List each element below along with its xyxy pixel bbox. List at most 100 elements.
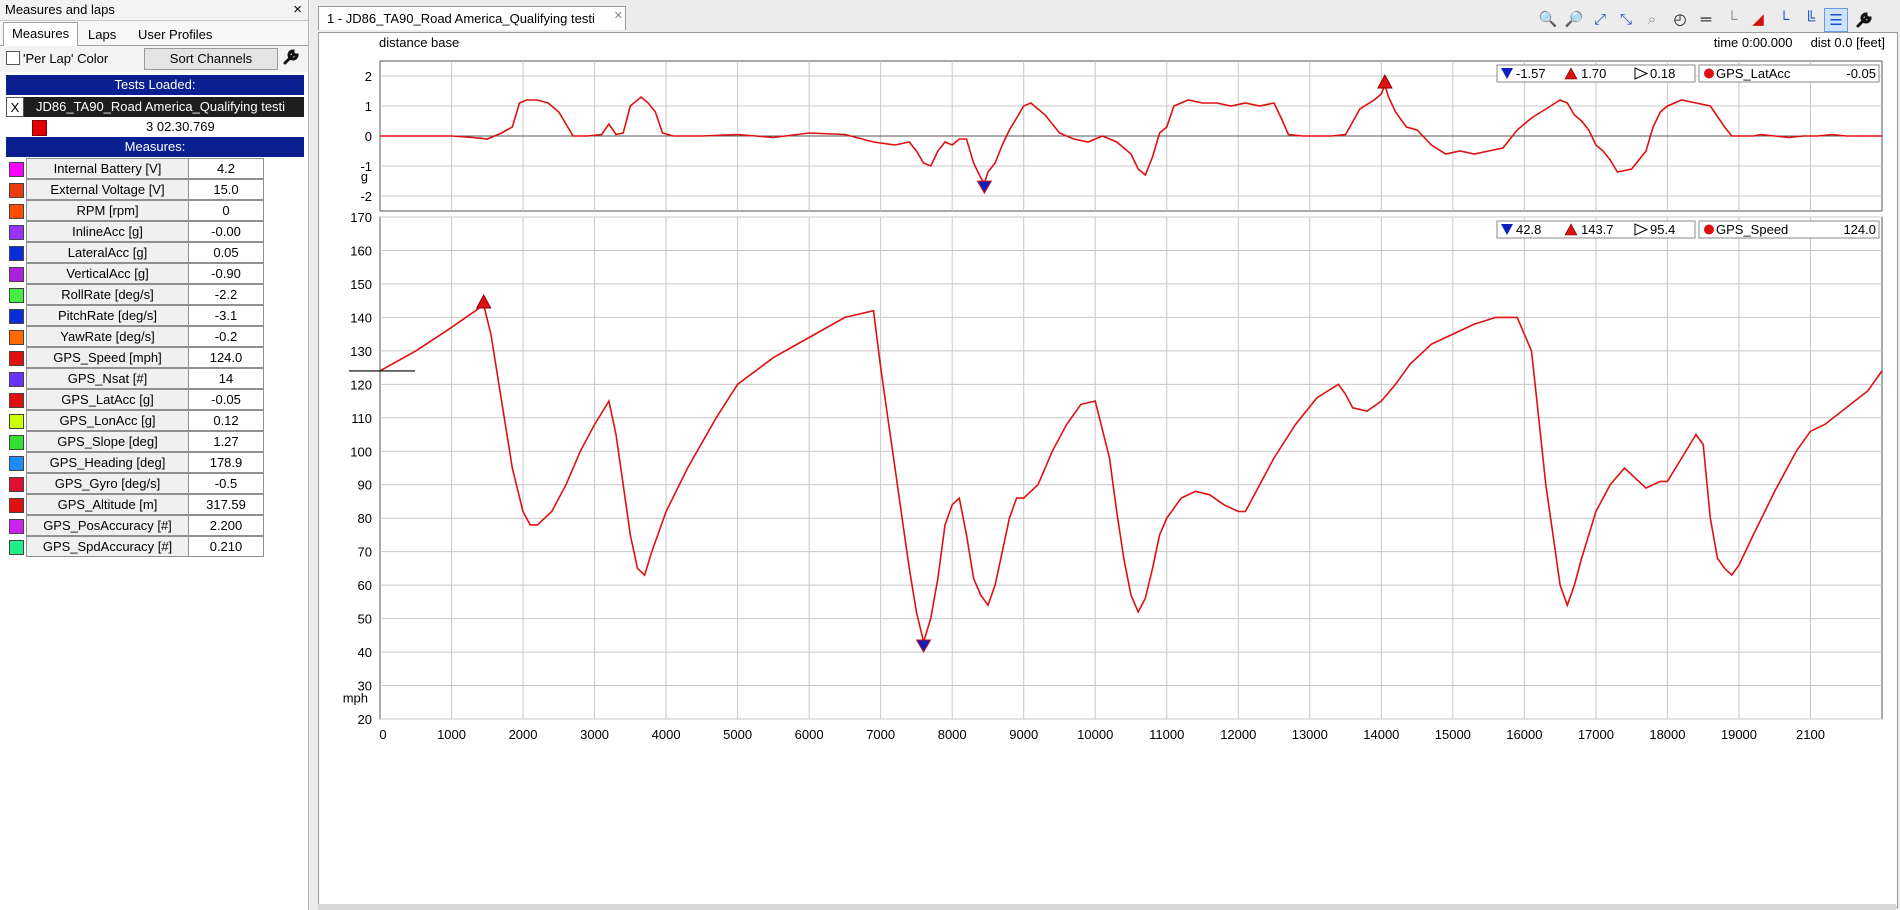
measure-color-swatch[interactable] [9, 330, 24, 345]
y-tick-label: 20 [358, 712, 372, 727]
lap-color-swatch[interactable] [32, 120, 47, 136]
measure-color-swatch[interactable] [9, 435, 24, 450]
close-icon[interactable]: × [293, 0, 302, 20]
measure-row[interactable]: GPS_LonAcc [g] 0.12 [6, 410, 264, 431]
graph-area[interactable]: distance base time 0:00.000 dist 0.0 [fe… [318, 32, 1898, 908]
measure-name[interactable]: GPS_SpdAccuracy [#] [26, 536, 189, 557]
measure-name[interactable]: RollRate [deg/s] [26, 284, 189, 305]
measure-color-swatch[interactable] [9, 288, 24, 303]
measure-name[interactable]: GPS_Speed [mph] [26, 347, 189, 368]
measure-row[interactable]: GPS_PosAccuracy [#] 2.200 [6, 515, 264, 536]
measure-row[interactable]: GPS_Heading [deg] 178.9 [6, 452, 264, 473]
measure-row[interactable]: GPS_Gyro [deg/s] -0.5 [6, 473, 264, 494]
measure-row[interactable]: GPS_Nsat [#] 14 [6, 368, 264, 389]
measure-color-swatch[interactable] [9, 456, 24, 471]
horizontal-scrollbar[interactable] [318, 904, 1896, 910]
wrench-icon[interactable] [1852, 8, 1876, 32]
x-tick-label: 6000 [795, 727, 824, 742]
measure-row[interactable]: GPS_LatAcc [g] -0.05 [6, 389, 264, 410]
stats-box: -1.57 1.70 0.18 [1496, 64, 1696, 83]
measure-row[interactable]: RollRate [deg/s] -2.2 [6, 284, 264, 305]
zoom-x-icon[interactable]: ⤢ [1588, 8, 1612, 32]
measure-name[interactable]: RPM [rpm] [26, 200, 189, 221]
measure-row[interactable]: RPM [rpm] 0 [6, 200, 264, 221]
measure-row[interactable]: VerticalAcc [g] -0.90 [6, 263, 264, 284]
axis-single-icon[interactable]: └ [1772, 8, 1796, 32]
measure-color-swatch[interactable] [9, 477, 24, 492]
measure-row[interactable]: GPS_Altitude [m] 317.59 [6, 494, 264, 515]
measure-color-swatch[interactable] [9, 246, 24, 261]
axis-stack-icon[interactable]: ☰ [1824, 8, 1848, 32]
zoom-in-icon[interactable]: 🔎 [1562, 8, 1586, 32]
y-tick-label: 170 [350, 210, 372, 225]
tab-user-profiles[interactable]: User Profiles [130, 24, 220, 45]
color-icon[interactable]: ◢ [1746, 8, 1770, 32]
y-tick-label: 0 [365, 129, 372, 144]
measure-color-swatch[interactable] [9, 372, 24, 387]
measure-value: 0.210 [188, 536, 264, 557]
clock-icon[interactable]: ◴ [1668, 8, 1692, 32]
measure-color-swatch[interactable] [9, 498, 24, 513]
measure-name[interactable]: GPS_Nsat [#] [26, 368, 189, 389]
measure-row[interactable]: Internal Battery [V] 4.2 [6, 158, 264, 179]
measure-row[interactable]: GPS_SpdAccuracy [#] 0.210 [6, 536, 264, 557]
checkbox-box[interactable] [6, 51, 20, 65]
tab-measures[interactable]: Measures [3, 22, 79, 47]
measure-color-swatch[interactable] [9, 540, 24, 555]
measure-name[interactable]: LateralAcc [g] [26, 242, 189, 263]
measure-name[interactable]: GPS_LatAcc [g] [26, 389, 189, 410]
measure-name[interactable]: VerticalAcc [g] [26, 263, 189, 284]
measure-name[interactable]: GPS_Slope [deg] [26, 431, 189, 452]
measure-row[interactable]: YawRate [deg/s] -0.2 [6, 326, 264, 347]
measure-value: -0.05 [188, 389, 264, 410]
measure-name[interactable]: GPS_PosAccuracy [#] [26, 515, 189, 536]
sort-channels-button[interactable]: Sort Channels [144, 48, 278, 70]
measure-color-swatch[interactable] [9, 183, 24, 198]
close-tab-icon[interactable]: ✕ [614, 4, 623, 28]
measure-color-swatch[interactable] [9, 162, 24, 177]
x-tick-label: 5000 [723, 727, 752, 742]
measure-name[interactable]: YawRate [deg/s] [26, 326, 189, 347]
zoom-y-icon[interactable]: ⤡ [1614, 8, 1638, 32]
split-icon[interactable]: └ [1720, 8, 1744, 32]
measure-name[interactable]: External Voltage [V] [26, 179, 189, 200]
measure-color-swatch[interactable] [9, 351, 24, 366]
measure-name[interactable]: PitchRate [deg/s] [26, 305, 189, 326]
charts-svg[interactable]: 210-1-2g-1.57 1.70 0.18 GPS_LatAcc -0.051701… [319, 33, 1897, 907]
measure-row[interactable]: InlineAcc [g] -0.00 [6, 221, 264, 242]
measure-color-swatch[interactable] [9, 393, 24, 408]
measure-row[interactable]: GPS_Speed [mph] 124.0 [6, 347, 264, 368]
measure-color-swatch[interactable] [9, 519, 24, 534]
measure-color-swatch[interactable] [9, 225, 24, 240]
axis-multi-icon[interactable]: ╚ [1798, 8, 1822, 32]
y-tick-label: 1 [365, 99, 372, 114]
avg-value: 0.18 [1650, 66, 1675, 81]
lap-row[interactable]: 3 02.30.769 [6, 117, 304, 137]
min-value: 42.8 [1516, 222, 1541, 237]
per-lap-color-checkbox[interactable]: 'Per Lap' Color [6, 51, 108, 66]
measure-name[interactable]: GPS_LonAcc [g] [26, 410, 189, 431]
measure-color-swatch[interactable] [9, 414, 24, 429]
measure-color-swatch[interactable] [9, 204, 24, 219]
measure-row[interactable]: GPS_Slope [deg] 1.27 [6, 431, 264, 452]
loaded-test-row[interactable]: X JD86_TA90_Road America_Qualifying test… [6, 97, 304, 117]
remove-test-button[interactable]: X [6, 97, 24, 117]
measure-row[interactable]: PitchRate [deg/s] -3.1 [6, 305, 264, 326]
x-tick-label: 0 [379, 727, 386, 742]
dimension-icon[interactable]: ═ [1694, 8, 1718, 32]
measure-row[interactable]: LateralAcc [g] 0.05 [6, 242, 264, 263]
wrench-icon[interactable] [280, 48, 302, 68]
graph-tab[interactable]: 1 - JD86_TA90_Road America_Qualifying te… [318, 6, 626, 30]
tab-laps[interactable]: Laps [80, 24, 124, 45]
measure-name[interactable]: Internal Battery [V] [26, 158, 189, 179]
measure-name[interactable]: InlineAcc [g] [26, 221, 189, 242]
measure-row[interactable]: External Voltage [V] 15.0 [6, 179, 264, 200]
zoom-reset-icon[interactable]: ⌕ [1640, 8, 1664, 32]
measure-color-swatch[interactable] [9, 309, 24, 324]
measure-name[interactable]: GPS_Altitude [m] [26, 494, 189, 515]
measure-name[interactable]: GPS_Heading [deg] [26, 452, 189, 473]
legend-marker [1704, 68, 1714, 79]
zoom-2d-icon[interactable]: 🔍 [1536, 8, 1560, 32]
measure-color-swatch[interactable] [9, 267, 24, 282]
measure-name[interactable]: GPS_Gyro [deg/s] [26, 473, 189, 494]
